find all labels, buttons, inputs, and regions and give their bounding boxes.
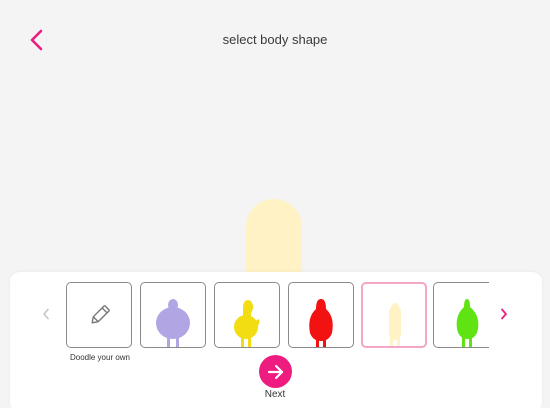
shape-tile-duck[interactable]: [214, 282, 280, 348]
doodle-your-own-tile[interactable]: [66, 282, 132, 348]
shape-tile-egg[interactable]: [433, 282, 489, 348]
page-title: select body shape: [222, 32, 328, 47]
chevron-right-icon: [501, 308, 507, 320]
slim-body-shape: [389, 303, 401, 346]
shape-tile-pear[interactable]: [288, 282, 354, 348]
body-preview-shape: [246, 199, 302, 280]
body-shape-screen: select body shape Doodle your own Next: [0, 0, 550, 408]
next-label: Next: [264, 389, 286, 400]
pencil-icon: [91, 305, 110, 324]
duck-body-shape: [234, 300, 260, 347]
arrow-right-icon: [267, 364, 283, 379]
doodle-your-own-label: Doodle your own: [69, 353, 131, 362]
carousel-prev-button[interactable]: [38, 305, 54, 323]
next-button[interactable]: [259, 355, 292, 388]
egg-body-shape: [456, 299, 479, 347]
chevron-left-icon: [43, 308, 49, 320]
carousel-next-button[interactable]: [496, 305, 512, 323]
body-preview: [0, 190, 550, 280]
round-body-shape: [156, 299, 190, 347]
shape-tile-slim[interactable]: [361, 282, 427, 348]
pear-body-shape: [309, 299, 333, 347]
shape-tile-round[interactable]: [140, 282, 206, 348]
